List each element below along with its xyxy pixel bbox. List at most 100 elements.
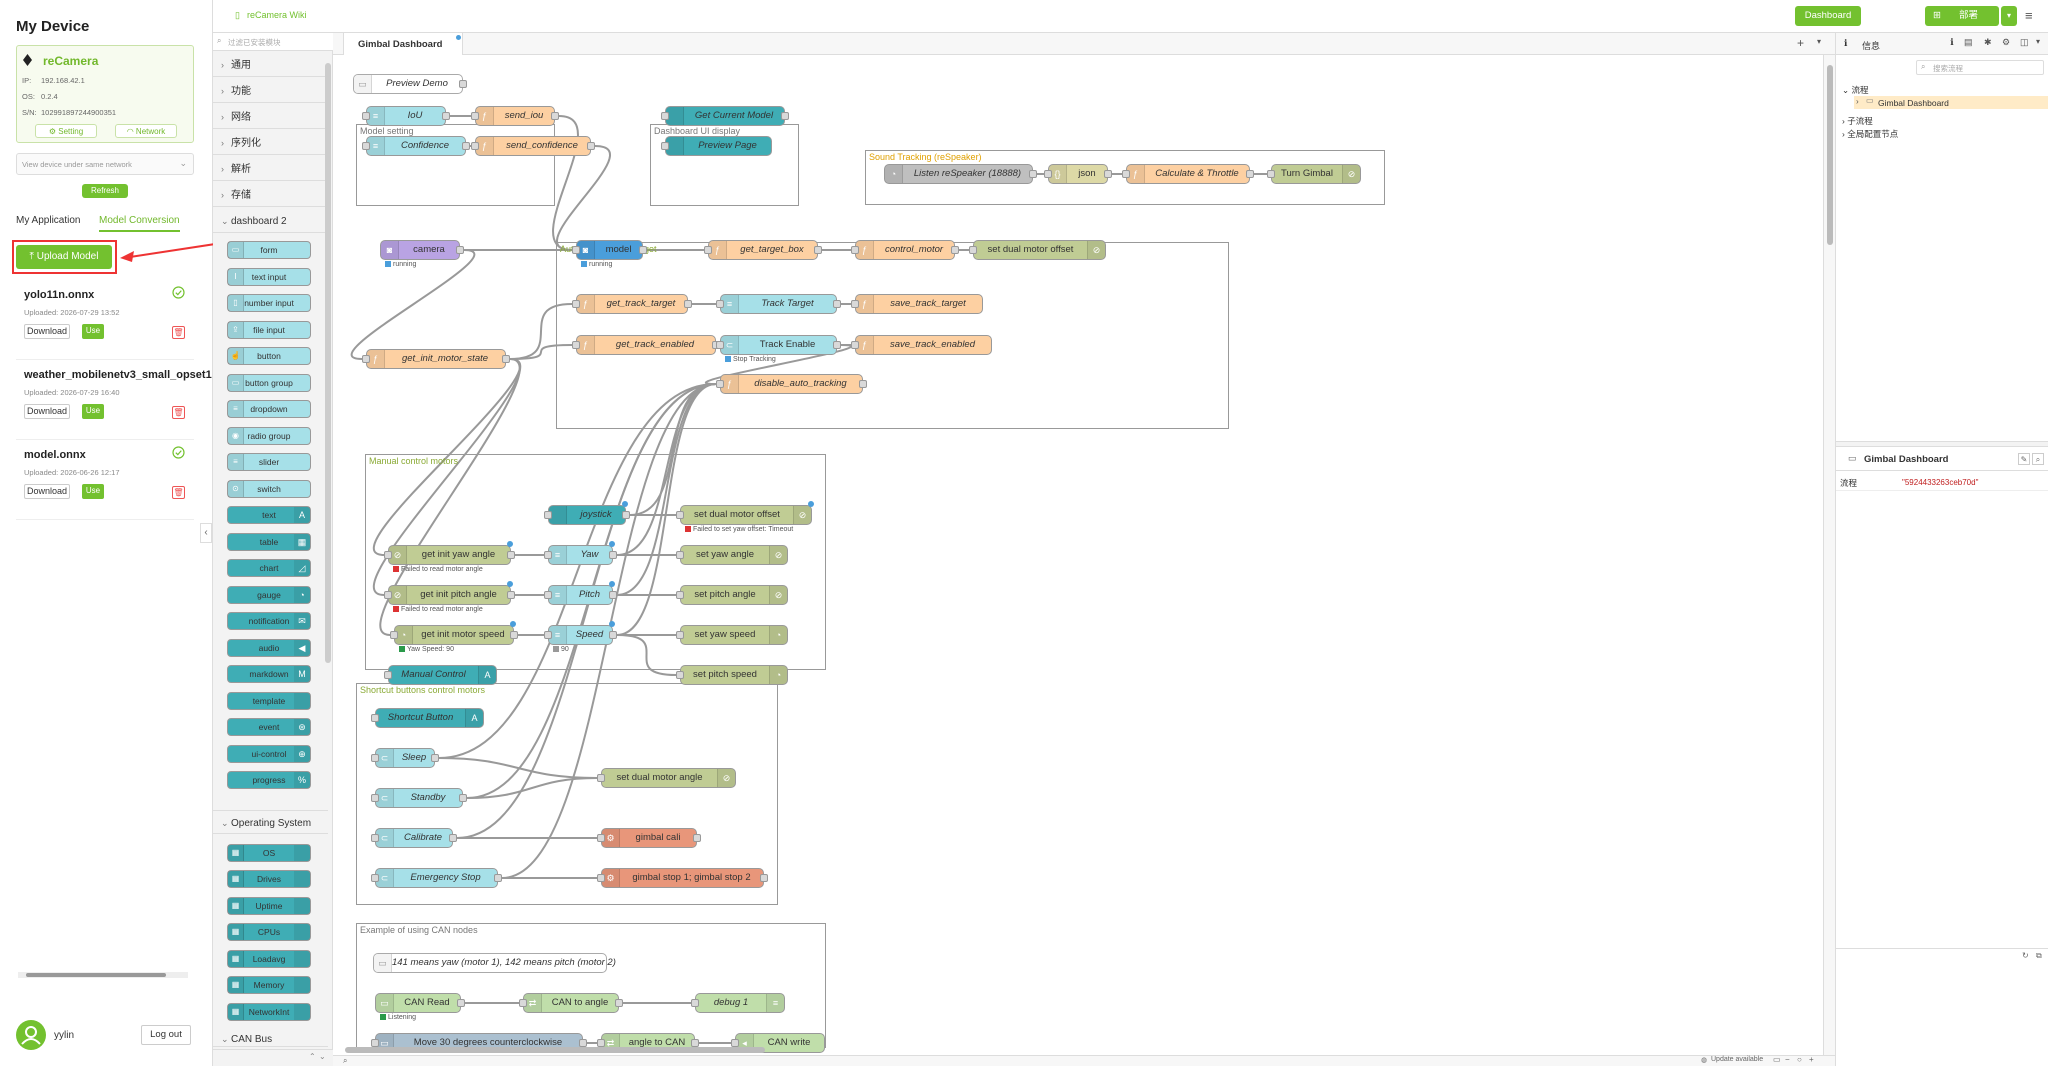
input-port[interactable] [676,511,684,519]
output-port[interactable] [639,246,647,254]
delete-icon[interactable]: 🗑 [172,326,185,339]
canvas-vertical-scrollbar[interactable] [1823,55,1835,1055]
palette-scrollbar[interactable] [325,63,331,663]
input-port[interactable] [371,754,379,762]
output-port[interactable] [781,112,789,120]
output-port[interactable] [760,874,768,882]
output-port[interactable] [1029,170,1037,178]
delete-icon[interactable]: 🗑 [172,486,185,499]
zoom-out-icon[interactable]: − [1785,1055,1790,1064]
input-port[interactable] [661,142,669,150]
output-port[interactable] [502,355,510,363]
input-port[interactable] [851,246,859,254]
output-port[interactable] [622,511,630,519]
input-port[interactable] [544,631,552,639]
deploy-button[interactable]: ⊞ 部署 [1925,6,1999,26]
input-port[interactable] [597,834,605,842]
input-port[interactable] [716,380,724,388]
node-track-enable[interactable]: ⊂ Track Enable [716,335,841,355]
node-init-speed[interactable]: ◔ get init motor speed [390,621,518,645]
node-can-comment[interactable]: ▭ 141 means yaw (motor 1), 142 means pitc… [373,953,616,973]
hscroll-thumb[interactable] [345,1047,765,1053]
help-book-icon[interactable]: ▤ [1964,37,1973,48]
palette-node-button[interactable]: ☝ button [227,347,311,365]
dashboard-button[interactable]: Dashboard [1795,6,1861,26]
input-port[interactable] [676,671,684,679]
palette-node-slider[interactable]: ≡ slider [227,453,311,471]
node-send-iou[interactable]: ƒ send_iou [471,106,559,126]
palette-node-table[interactable]: ▦ table [227,532,311,551]
palette-node-os[interactable]: ▦ OS [227,843,311,862]
output-port[interactable] [507,591,515,599]
vscroll-thumb[interactable] [1827,65,1833,245]
group-can[interactable]: Example of using CAN nodes [356,923,826,1048]
input-port[interactable] [851,341,859,349]
palette-node-event[interactable]: ⊛ event [227,718,311,736]
palette-node-ui-control[interactable]: ⊕ ui-control [227,744,311,763]
node-set-dual1[interactable]: ⊘ set dual motor offset [969,240,1106,260]
input-port[interactable] [471,142,479,150]
horizontal-scrollbar[interactable] [18,972,188,978]
input-port[interactable] [1044,170,1052,178]
download-button[interactable]: Download [24,404,70,419]
refresh-button[interactable]: Refresh [82,184,128,198]
expand-all-icon[interactable]: ⌄ [319,1052,326,1061]
node-preview-page[interactable]: Preview Page [661,136,772,156]
wiki-link[interactable]: reCamera Wiki [247,10,307,20]
node-speed[interactable]: ≡ Speed [544,621,617,645]
update-available-link[interactable]: Update available [1711,1056,1763,1063]
input-port[interactable] [519,999,527,1007]
input-port[interactable] [362,142,370,150]
node-send-confidence[interactable]: ƒ send_confidence [471,136,595,156]
tree-subflows[interactable]: › 子流程 [1842,115,1873,127]
palette-node-number-input[interactable]: ▯ number input [227,294,311,312]
node-iou[interactable]: ≡ IoU [362,106,450,126]
tree-global-config[interactable]: › 全局配置节点 [1842,128,1898,140]
tab-list-icon[interactable]: ▾ [1817,37,1821,46]
node-preview-demo[interactable]: ▭ Preview Demo [353,74,467,94]
upload-model-button[interactable]: ⤒ Upload Model [16,245,112,269]
search-flow-icon[interactable]: ⌕ [343,1056,347,1066]
node-get-track-target[interactable]: ƒ get_track_target [572,294,692,314]
palette-node-gauge[interactable]: ◔ gauge [227,585,311,604]
main-menu-icon[interactable]: ≡ [2025,8,2033,23]
open-icon[interactable]: ⧉ [2036,951,2042,961]
node-can-to-angle[interactable]: ⇄ CAN to angle [519,993,623,1013]
collapse-all-icon[interactable]: ⌃ [309,1052,316,1061]
input-port[interactable] [676,551,684,559]
palette-category-os[interactable]: ⌄ Operating System [213,809,328,834]
output-port[interactable] [587,142,595,150]
input-port[interactable] [572,246,580,254]
input-port[interactable] [572,300,580,308]
node-sleep[interactable]: ⊂ Sleep [371,748,439,768]
tree-flows[interactable]: ⌄ 流程 [1842,84,1869,96]
palette-node-template[interactable]: template [227,691,311,710]
input-port[interactable] [384,671,392,679]
node-confidence[interactable]: ≡ Confidence [362,136,470,156]
scrollbar-thumb[interactable] [26,973,166,977]
node-model[interactable]: ◙ model [572,240,647,260]
node-set-dual3[interactable]: ⊘ set dual motor angle [597,768,736,788]
palette-node-switch[interactable]: ⊙ switch [227,479,311,498]
node-set-yaw[interactable]: ⊘ set yaw angle [676,545,788,565]
palette-category-dashboard[interactable]: ⌄ dashboard 2 [213,209,328,233]
output-port[interactable] [442,112,450,120]
wire[interactable] [556,145,611,251]
input-port[interactable] [544,511,552,519]
node-calibrate[interactable]: ⊂ Calibrate [371,828,457,848]
palette-category[interactable]: › 网络 [213,105,328,129]
output-port[interactable] [459,794,467,802]
canvas-horizontal-scrollbar[interactable] [333,1045,1823,1055]
output-port[interactable] [684,300,692,308]
palette-node-notification[interactable]: ✉ notification [227,612,311,630]
output-port[interactable] [457,999,465,1007]
palette-node-cpus[interactable]: ▦ CPUs [227,923,311,941]
output-port[interactable] [494,874,502,882]
input-port[interactable] [371,874,379,882]
config-icon[interactable]: ⚙ [2002,37,2010,48]
input-port[interactable] [691,999,699,1007]
sidebar-menu-icon[interactable]: ▾ [2036,37,2040,46]
palette-node-text-input[interactable]: Itext input [227,267,311,286]
output-port[interactable] [456,246,464,254]
output-port[interactable] [510,631,518,639]
